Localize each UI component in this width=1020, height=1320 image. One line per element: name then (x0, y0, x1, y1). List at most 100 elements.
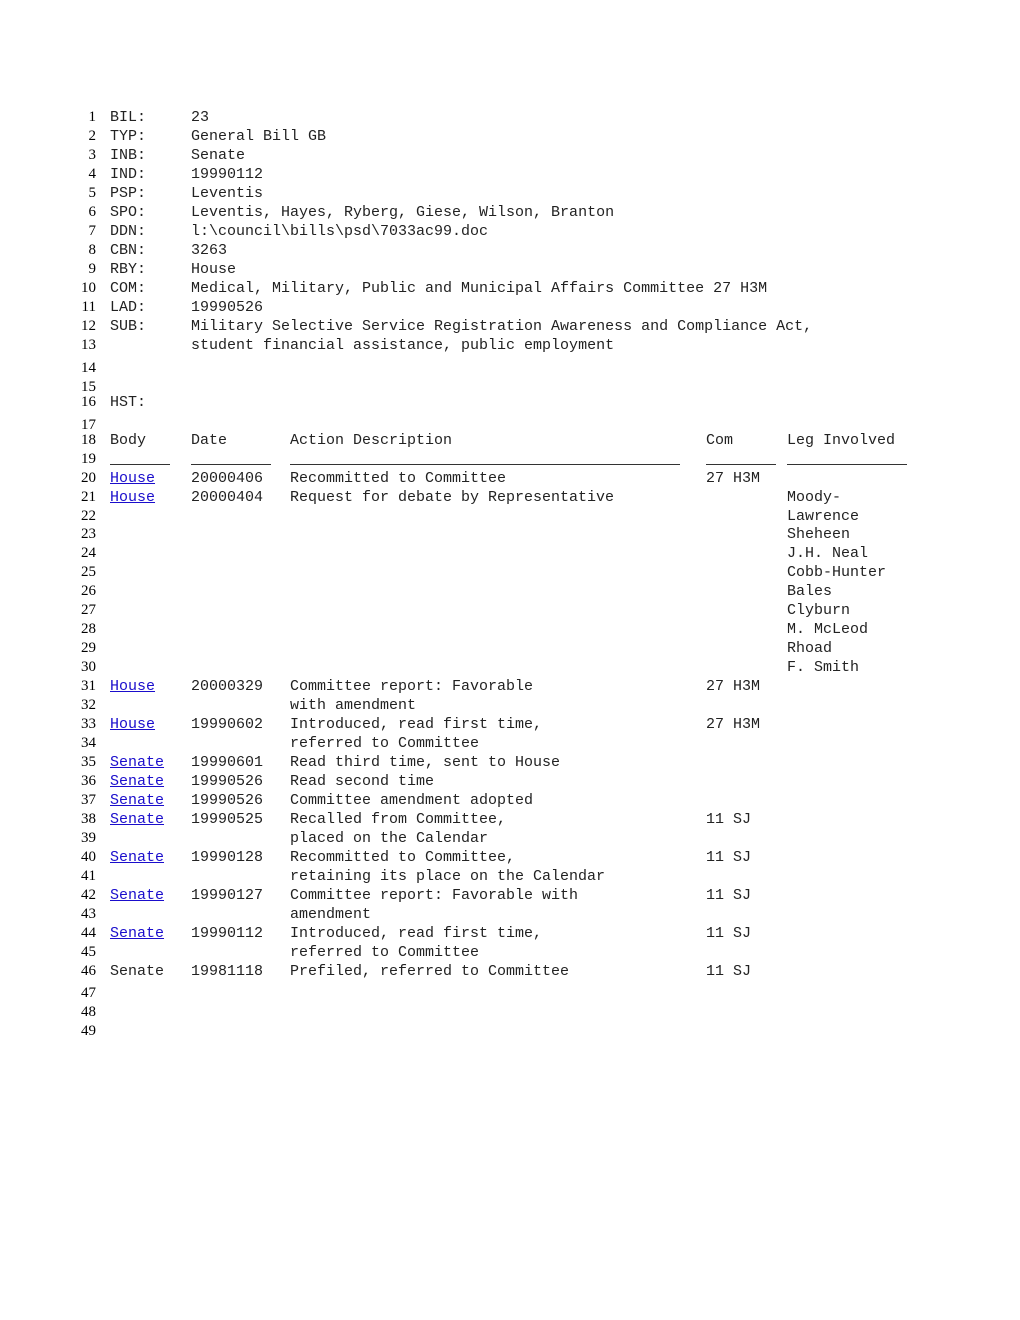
line-number: 8 (88, 242, 97, 258)
action-description: with amendment (290, 697, 417, 714)
body-link-senate[interactable]: Senate (110, 772, 164, 791)
legislator-involved: Cobb-Hunter (787, 564, 887, 581)
line-number: 49 (81, 1023, 96, 1039)
action-description: retaining its place on the Calendar (290, 868, 606, 885)
body-link-house[interactable]: House (110, 469, 155, 488)
committee-value: 11 SJ (706, 849, 752, 866)
action-description: Recommitted to Committee, (290, 849, 516, 866)
action-description: Recalled from Committee, (290, 811, 507, 828)
field-key: TYP: (110, 128, 147, 145)
body-link-senate[interactable]: Senate (110, 810, 164, 829)
body-link-senate[interactable]: Senate (110, 848, 164, 867)
body-link-senate[interactable]: Senate (110, 924, 164, 943)
action-description: referred to Committee (290, 735, 480, 752)
document-line: 16 HST: (0, 393, 1020, 412)
line-number: 6 (88, 204, 97, 220)
legislator-involved: Moody- (787, 489, 842, 506)
line-number: 28 (81, 621, 96, 637)
document-line: 49 (0, 1022, 1020, 1041)
date-value: 19990128 (191, 849, 264, 866)
legislator-involved: M. McLeod (787, 621, 869, 638)
line-number: 3 (88, 147, 97, 163)
field-value: Senate (191, 147, 246, 164)
line-number: 26 (81, 583, 96, 599)
line-number: 21 (81, 489, 96, 505)
field-key: DDN: (110, 223, 147, 240)
document-line: 26 Bales (0, 582, 1020, 601)
column-header-body: Body (110, 432, 147, 449)
field-key: BIL: (110, 109, 147, 126)
field-key: SUB: (110, 318, 147, 335)
committee-value: 11 SJ (706, 963, 752, 980)
date-value: 19990526 (191, 792, 264, 809)
action-description: amendment (290, 906, 372, 923)
line-number: 7 (88, 223, 97, 239)
column-header-action: Action Description (290, 432, 453, 449)
body-link-house[interactable]: House (110, 488, 155, 507)
table-row: 46 Senate 19981118 11 SJ Prefiled, referred … (0, 962, 1020, 981)
document-line: 47 (0, 984, 1020, 1003)
table-row: 35 Senate 19990601 Read third time, sent to… (0, 753, 1020, 772)
line-number: 42 (81, 887, 96, 903)
legislator-involved: Lawrence (787, 508, 860, 525)
line-number: 37 (81, 792, 96, 808)
date-value: 19981118 (191, 963, 264, 980)
document-line: 6 SPO: Leventis, Hayes, Ryberg, Giese, Wil… (0, 203, 1020, 222)
field-value: 23 (191, 109, 210, 126)
document-line: 34 referred to Committee (0, 734, 1020, 753)
committee-value: 27 H3M (706, 678, 761, 695)
document-line: 12 SUB: Military Selective Service Registr… (0, 317, 1020, 336)
committee-value: 27 H3M (706, 716, 761, 733)
body-link-senate[interactable]: Senate (110, 791, 164, 810)
line-number: 35 (81, 754, 96, 770)
committee-value: 11 SJ (706, 811, 752, 828)
document-line: 7 DDN: l:\council\bills\psd\7033ac99.doc (0, 222, 1020, 241)
line-number: 30 (81, 659, 96, 675)
field-value: student financial assistance, public emp… (191, 337, 615, 354)
date-value: 19990127 (191, 887, 264, 904)
line-number: 12 (81, 318, 96, 334)
table-row: 38 Senate 19990525 11 SJ Recalled from Commi… (0, 810, 1020, 829)
line-number: 27 (81, 602, 96, 618)
document-line: 11 LAD: 19990526 (0, 298, 1020, 317)
date-value: 19990601 (191, 754, 264, 771)
document-line: 4 IND: 19990112 (0, 165, 1020, 184)
committee-value: 11 SJ (706, 925, 752, 942)
field-value: l:\council\bills\psd\7033ac99.doc (191, 223, 489, 240)
document-line: 24 J.H. Neal (0, 544, 1020, 563)
date-value: 20000406 (191, 470, 264, 487)
document-line: 25 Cobb-Hunter (0, 563, 1020, 582)
line-number: 36 (81, 773, 96, 789)
column-separator (706, 464, 776, 465)
table-row: 36 Senate 19990526 Read second time (0, 772, 1020, 791)
line-number: 23 (81, 526, 96, 542)
table-row: 21 House 20000404 Request for debate by Rep… (0, 488, 1020, 507)
action-description: Prefiled, referred to Committee (290, 963, 570, 980)
history-label: HST: (110, 394, 147, 411)
document-line: 10 COM: Medical, Military, Public and Muni… (0, 279, 1020, 298)
body-link-senate[interactable]: Senate (110, 886, 164, 905)
line-number: 39 (81, 830, 96, 846)
table-row: 20 House 20000406 27 H3M Recommitted to Comm… (0, 469, 1020, 488)
line-number: 18 (81, 432, 96, 448)
line-number: 1 (88, 109, 97, 125)
line-number: 25 (81, 564, 96, 580)
table-row: 37 Senate 19990526 Committee amendment adop… (0, 791, 1020, 810)
body-link-senate[interactable]: Senate (110, 753, 164, 772)
document-line: 22 Lawrence (0, 507, 1020, 526)
action-description: Request for debate by Representative (290, 489, 615, 506)
column-separator (110, 464, 170, 465)
document-line: 2 TYP: General Bill GB (0, 127, 1020, 146)
legislator-involved: Bales (787, 583, 833, 600)
bill-history-document: 1 BIL: 23 2 TYP: General Bill GB 3 INB: Senate 4 I… (0, 0, 1020, 1320)
body-link-house[interactable]: House (110, 677, 155, 696)
line-number: 20 (81, 470, 96, 486)
column-header-date: Date (191, 432, 228, 449)
document-line: 29 Rhoad (0, 639, 1020, 658)
date-value: 19990112 (191, 925, 264, 942)
line-number: 16 (81, 394, 96, 410)
body-value: Senate (110, 963, 165, 980)
body-link-house[interactable]: House (110, 715, 155, 734)
date-value: 20000329 (191, 678, 264, 695)
date-value: 19990526 (191, 773, 264, 790)
